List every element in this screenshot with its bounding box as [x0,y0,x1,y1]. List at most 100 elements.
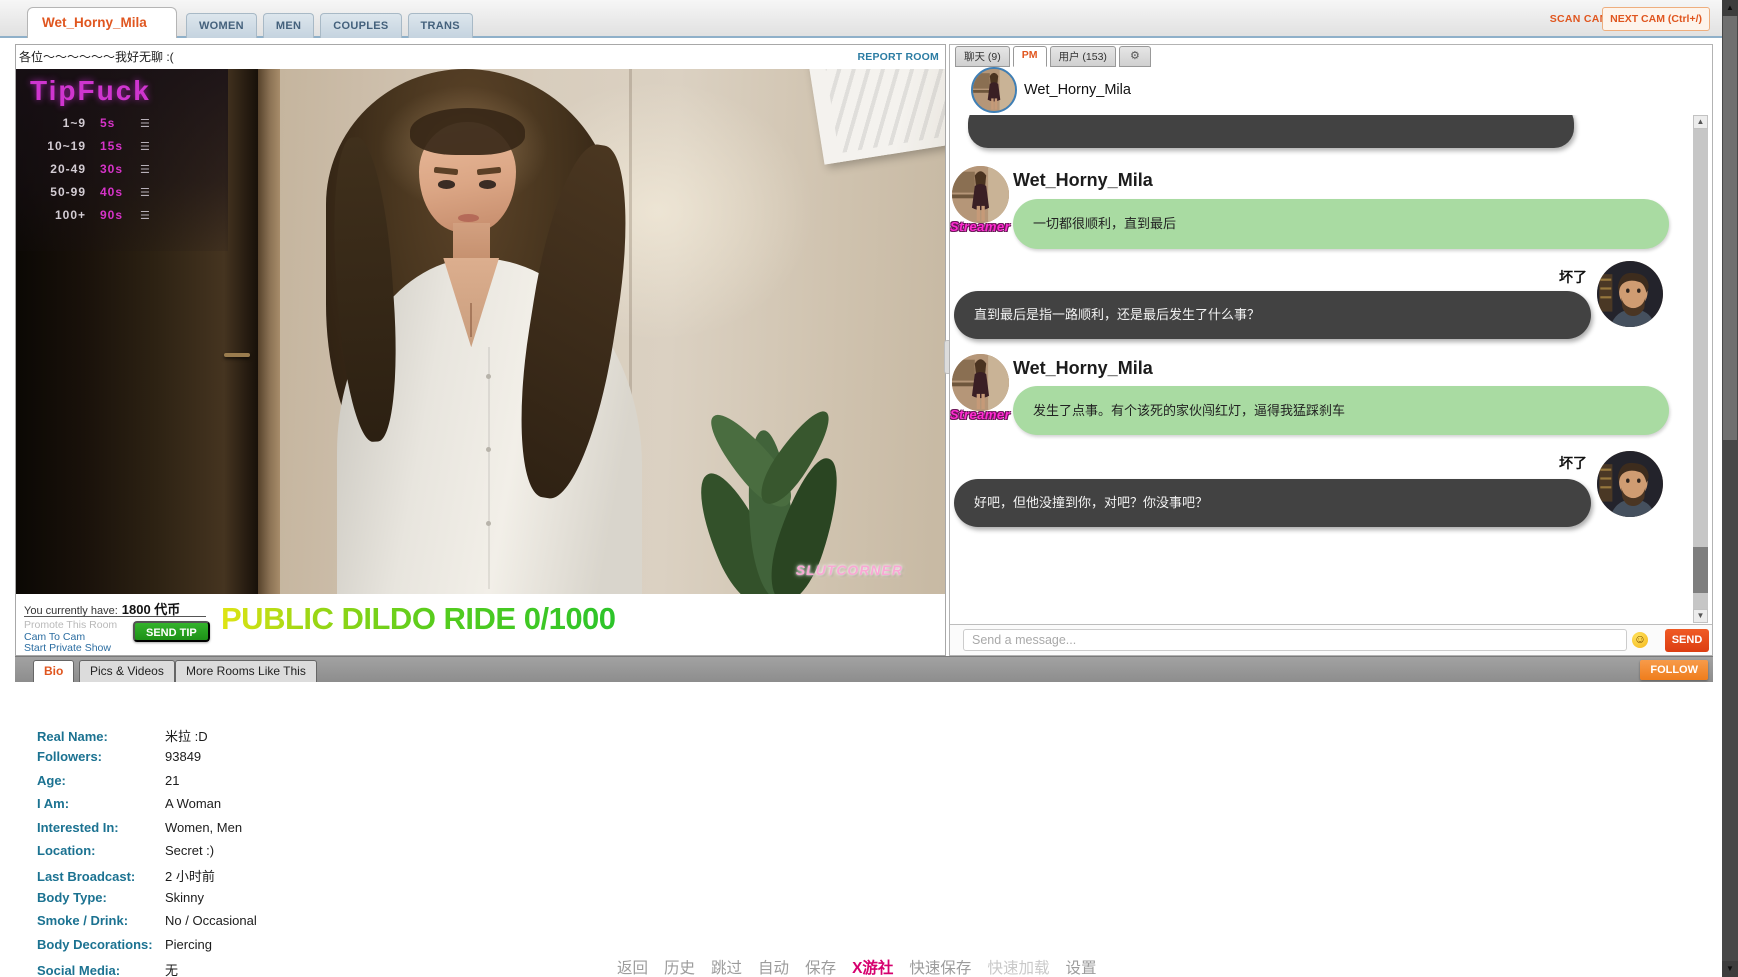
room-subject: 各位～～～～～～我好无聊 :( [19,45,174,69]
tab-men[interactable]: MEN [263,13,314,38]
start-private-show-link[interactable]: Start Private Show [24,643,117,655]
menu-bars-icon: ☰ [140,186,150,199]
chat-message-streamer: 发生了点事。有个该死的家伙闯红灯，逼得我猛踩刹车 [1013,386,1669,435]
top-tab-bar: Wet_Horny_Mila WOMEN MEN COUPLES TRANS S… [0,0,1738,38]
browser-scrollbar-thumb[interactable] [1723,16,1737,440]
chat-panel: 聊天 (9) PM 用户 (153) ⚙ Wet_Horny_Mila Stre… [949,44,1713,656]
token-balance-value: 1800 代币 [122,602,181,617]
send-tip-button[interactable]: SEND TIP [133,621,210,642]
quick-menu-history[interactable]: 历史 [664,956,695,977]
send-message-button[interactable]: SEND [1665,629,1709,652]
streamer-avatar [971,67,1017,113]
bio-row: Followers:93849 [37,749,257,772]
tab-couples[interactable]: COUPLES [320,13,401,38]
chat-messages: Streamer Wet_Horny_Mila 一切都很顺利，直到最后 坏了 直… [950,115,1712,624]
tab-room-wet-horny-mila[interactable]: Wet_Horny_Mila [27,7,177,38]
quick-menu-skip[interactable]: 跳过 [711,956,742,977]
quick-menu-quick-save[interactable]: 快速保存 [909,956,971,977]
room-links: Promote This Room Cam To Cam Start Priva… [24,620,117,655]
scroll-down-icon[interactable]: ▼ [1722,961,1738,977]
gear-icon[interactable]: ⚙ [1119,46,1151,67]
menu-bars-icon: ☰ [140,140,150,153]
streamer-badge: Streamer [950,407,1013,422]
video-door-handle [224,353,250,357]
quick-menu-auto[interactable]: 自动 [758,956,789,977]
divider [24,616,206,617]
follow-button[interactable]: FOLLOW [1640,660,1708,680]
tab-users[interactable]: 用户 (153) [1050,46,1116,67]
streamer-avatar [952,166,1009,223]
message-sender-name: Wet_Horny_Mila [1013,358,1153,379]
tip-menu-row: 50-99 40s ☰ [30,185,228,199]
tip-goal: PUBLIC DILDO RIDE 0/1000 [221,601,616,637]
report-room-link[interactable]: REPORT ROOM [857,45,939,69]
watermark: SLUTCORNER [796,562,903,578]
user-avatar [1597,451,1663,517]
bio-row: Social Media:无 [37,960,257,977]
bio-section [15,682,1713,977]
promote-room-link[interactable]: Promote This Room [24,620,117,632]
tip-menu-row: 10~19 15s ☰ [30,139,228,153]
menu-bars-icon: ☰ [140,163,150,176]
tip-menu-row: 1~9 5s ☰ [30,116,228,130]
quick-menu-save[interactable]: 保存 [805,956,836,977]
video-panel: 各位～～～～～～我好无聊 :( REPORT ROOM [15,44,946,656]
chat-header-streamer-name: Wet_Horny_Mila [1024,82,1131,98]
bio-tab-strip: Bio Pics & Videos More Rooms Like This F… [15,656,1713,682]
game-quick-menu: 返回 历史 跳过 自动 保存 X游社 快速保存 快速加载 设置 [617,956,1096,977]
video-streamer-figure [304,69,676,594]
tip-menu-title: TipFuck [30,75,228,107]
room-subject-bar: 各位～～～～～～我好无聊 :( REPORT ROOM [16,45,945,69]
bio-row: Body Type:Skinny [37,890,257,913]
tab-pm[interactable]: PM [1013,46,1047,67]
bio-row: Last Broadcast:2 小时前 [37,866,257,889]
tab-women[interactable]: WOMEN [186,13,257,38]
bio-row: Location:Secret :) [37,843,257,866]
video-footer: You currently have:1800 代币 Promote This … [16,594,945,655]
quick-menu-back[interactable]: 返回 [617,956,648,977]
scroll-up-icon[interactable]: ▲ [1722,0,1738,16]
menu-bars-icon: ☰ [140,117,150,130]
bio-table: Real Name:米拉 :D Followers:93849 Age:21 I… [37,726,257,977]
bio-row: Real Name:米拉 :D [37,726,257,749]
message-sender-name: Wet_Horny_Mila [1013,170,1153,191]
chat-message-streamer: 一切都很顺利，直到最后 [1013,199,1669,249]
emoji-icon[interactable]: ☺ [1632,632,1648,648]
chat-scrollbar-thumb[interactable] [1693,547,1708,593]
next-cam-button[interactable]: NEXT CAM (Ctrl+/) [1602,7,1710,31]
message-input[interactable] [963,629,1627,651]
streamer-badge: Streamer [950,219,1013,234]
bio-row: Interested In:Women, Men [37,820,257,843]
page: Wet_Horny_Mila WOMEN MEN COUPLES TRANS S… [0,0,1738,977]
tab-bio[interactable]: Bio [33,660,74,682]
live-video: TipFuck 1~9 5s ☰ 10~19 15s ☰ 20-49 30s ☰ [16,69,945,594]
chat-input-bar: ☺ SEND [950,624,1712,655]
tip-menu-row: 20-49 30s ☰ [30,162,228,176]
user-avatar [1597,261,1663,327]
quick-menu-xyoushe[interactable]: X游社 [852,956,893,977]
browser-scrollbar[interactable]: ▲ ▼ [1722,0,1738,977]
video-door-frame [258,69,280,594]
tip-menu-row: 100+ 90s ☰ [30,208,228,222]
category-tabs: WOMEN MEN COUPLES TRANS [186,13,473,38]
tab-trans[interactable]: TRANS [408,13,473,38]
bio-row: I Am:A Woman [37,796,257,819]
tip-menu-overlay: TipFuck 1~9 5s ☰ 10~19 15s ☰ 20-49 30s ☰ [16,69,228,251]
quick-menu-quick-load[interactable]: 快速加载 [987,956,1049,977]
bio-row: Age:21 [37,773,257,796]
video-plant [699,321,866,594]
quick-menu-settings[interactable]: 设置 [1065,956,1096,977]
menu-bars-icon: ☰ [140,209,150,222]
chat-scrollbar-track[interactable] [1693,129,1708,609]
tab-pics-videos[interactable]: Pics & Videos [79,660,175,682]
scroll-down-icon[interactable]: ▼ [1693,609,1708,623]
streamer-avatar [952,354,1009,411]
bio-row: Smoke / Drink:No / Occasional [37,913,257,936]
tab-more-rooms[interactable]: More Rooms Like This [175,660,317,682]
chat-scrollbar[interactable]: ▲ ▼ [1693,115,1708,623]
message-sender-name: 坏了 [1559,267,1587,287]
scroll-up-icon[interactable]: ▲ [1693,115,1708,129]
message-sender-name: 坏了 [1559,453,1587,473]
bio-row: Body Decorations:Piercing [37,937,257,960]
tab-chat[interactable]: 聊天 (9) [955,46,1010,67]
